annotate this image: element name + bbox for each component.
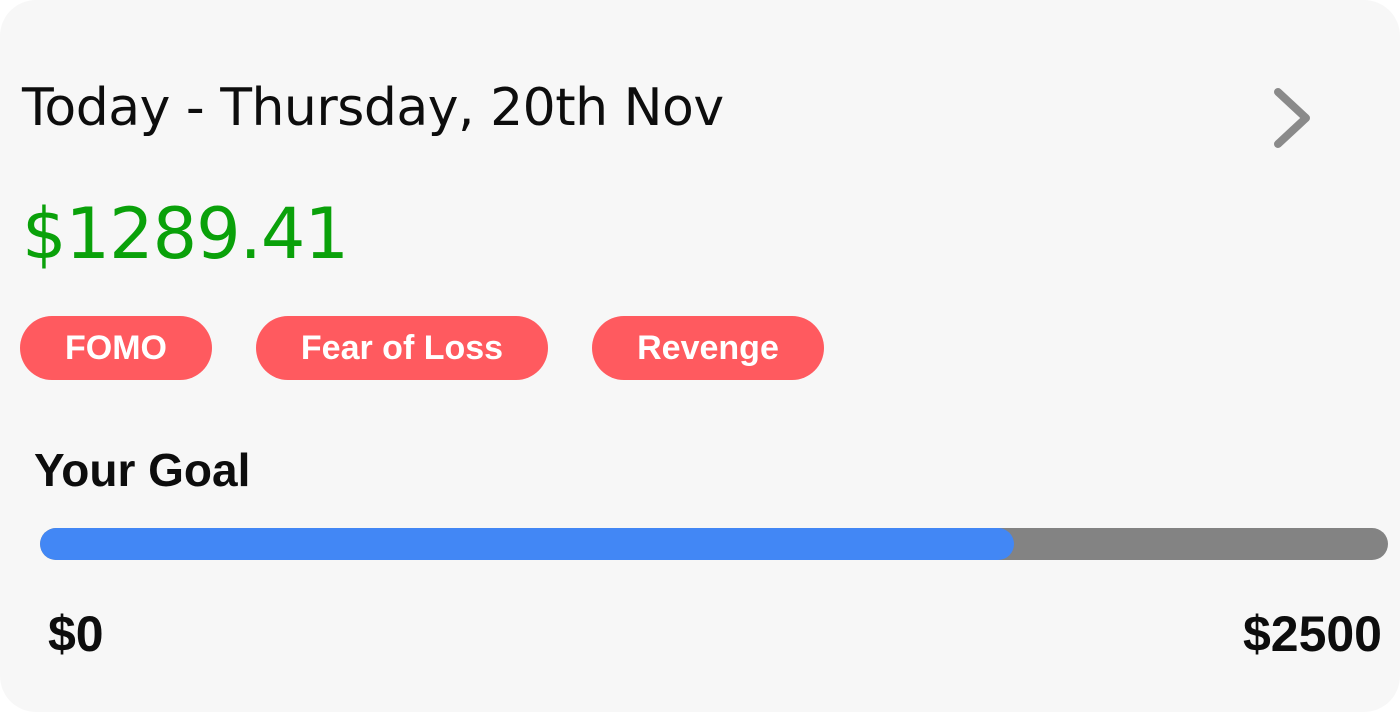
next-day-button[interactable] [1262, 82, 1322, 154]
goal-progress-bar [40, 528, 1388, 560]
goal-min-label: $0 [48, 606, 104, 662]
goal-max-label: $2500 [1242, 606, 1382, 662]
daily-summary-card: Today - Thursday, 20th Nov $1289.41 FOMO… [0, 0, 1400, 712]
tag-fear-of-loss[interactable]: Fear of Loss [256, 316, 548, 380]
tag-revenge[interactable]: Revenge [592, 316, 824, 380]
daily-amount: $1289.41 [22, 193, 349, 275]
goal-title: Your Goal [34, 444, 251, 496]
date-title: Today - Thursday, 20th Nov [22, 78, 724, 138]
chevron-right-icon [1274, 88, 1310, 148]
goal-progress-fill [40, 528, 1015, 560]
tag-fomo[interactable]: FOMO [20, 316, 212, 380]
